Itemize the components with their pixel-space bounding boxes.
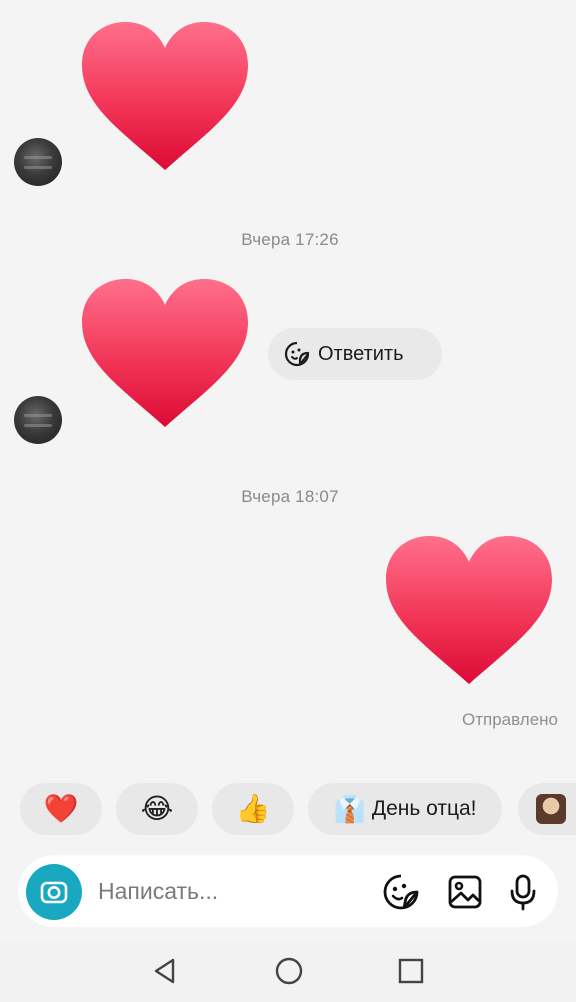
nav-back-button[interactable] (150, 956, 180, 986)
home-circle-icon (275, 957, 303, 985)
sticker-thumbnail-icon (536, 794, 566, 824)
laughing-emoji-icon: 😂 (140, 793, 174, 824)
heart-icon (80, 20, 250, 172)
tie-emoji-icon: 👔 (333, 794, 366, 824)
camera-button[interactable] (26, 864, 82, 920)
quick-sticker-button[interactable] (518, 783, 576, 835)
nav-recents-button[interactable] (396, 956, 426, 986)
heart-icon (384, 534, 554, 686)
sticker-reply-icon (284, 341, 310, 367)
gallery-icon (448, 875, 482, 909)
quick-reactions-row[interactable]: ❤️ 😂 👍 👔 День отца! (0, 783, 576, 837)
reply-button[interactable]: Ответить (268, 328, 442, 380)
quick-thumbs-up-button[interactable]: 👍 (212, 783, 294, 835)
heart-emoji-icon: ❤️ (43, 793, 79, 824)
message-composer[interactable] (18, 855, 558, 927)
timestamp: Вчера 18:07 (241, 487, 339, 506)
sticker-icon (383, 874, 419, 910)
timestamp: Вчера 17:26 (241, 230, 339, 249)
sent-status: Отправлено (462, 710, 558, 729)
quick-fathers-day-button[interactable]: 👔 День отца! (308, 783, 502, 835)
message-thread[interactable]: Вчера 17:26 Ответить Вчера 18:07 Отправл… (0, 0, 576, 775)
message-input[interactable] (98, 875, 358, 907)
avatar[interactable] (14, 396, 62, 444)
sticker-button[interactable] (382, 873, 420, 911)
system-navigation-bar (0, 940, 576, 1002)
heart-message-received-1[interactable] (80, 20, 250, 172)
heart-icon (80, 277, 250, 429)
quick-laugh-button[interactable]: 😂 (116, 783, 198, 835)
microphone-button[interactable] (504, 873, 542, 911)
recents-square-icon (398, 958, 424, 984)
back-triangle-icon (154, 958, 175, 984)
microphone-icon (510, 874, 536, 911)
thumbs-up-emoji-icon: 👍 (235, 793, 271, 824)
fathers-day-label: День отца! (371, 797, 477, 820)
gallery-button[interactable] (446, 873, 484, 911)
quick-heart-button[interactable]: ❤️ (20, 783, 102, 835)
nav-home-button[interactable] (274, 956, 304, 986)
heart-message-received-2[interactable] (80, 277, 250, 429)
avatar[interactable] (14, 138, 62, 186)
reply-label: Ответить (318, 342, 404, 365)
camera-icon (40, 881, 68, 904)
heart-message-sent[interactable] (384, 534, 554, 686)
